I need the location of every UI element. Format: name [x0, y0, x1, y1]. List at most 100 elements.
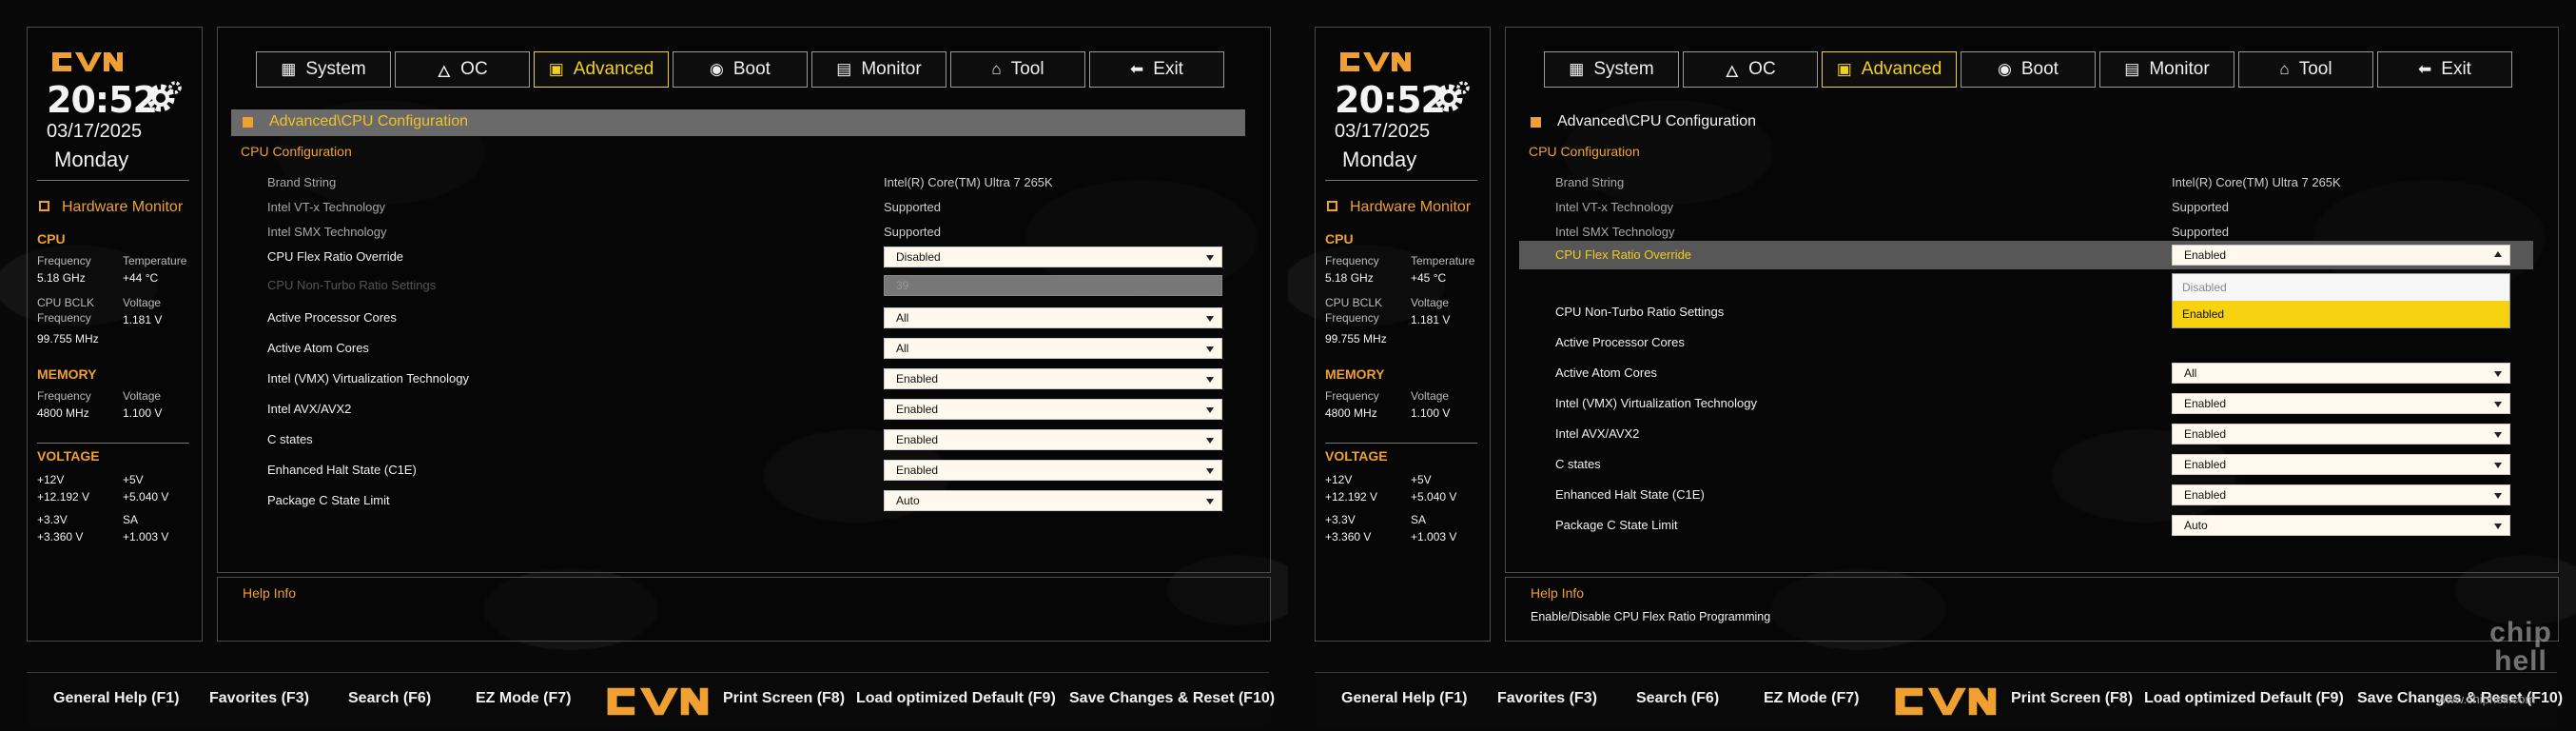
setting-row-avx[interactable]: Intel AVX/AVX2 Enabled: [218, 395, 1270, 424]
tab-boot[interactable]: ◉ Boot: [1961, 51, 2096, 88]
flex-ratio-select[interactable]: Enabled: [2172, 245, 2510, 266]
tab-tool[interactable]: ⌂ Tool: [2238, 51, 2373, 88]
hardware-monitor-title: Hardware Monitor: [62, 199, 184, 215]
tab-monitor[interactable]: ▤ Monitor: [2099, 51, 2234, 88]
c1e-select[interactable]: Enabled: [2172, 484, 2510, 505]
date: 03/17/2025: [1335, 121, 1431, 142]
cpu-freq-value: 5.18 GHz: [1325, 271, 1374, 285]
hardware-monitor-icon: [1327, 201, 1337, 211]
atom-cores-select[interactable]: All: [2172, 363, 2510, 384]
package-c-state-select[interactable]: Auto: [2172, 515, 2510, 536]
divider: [37, 443, 189, 444]
ez-mode-button[interactable]: EZ Mode (F7): [1764, 690, 1859, 707]
v33-label: +3.3V: [1325, 513, 1356, 526]
tab-oc[interactable]: 🜂 OC: [395, 51, 530, 88]
toolbox-icon: ⌂: [2279, 60, 2290, 78]
setting-row-vmx[interactable]: Intel (VMX) Virtualization Technology En…: [218, 365, 1270, 393]
load-default-button[interactable]: Load optimized Default (F9): [2144, 690, 2344, 707]
settings-gear-icon[interactable]: [142, 77, 184, 119]
tab-advanced[interactable]: ▣ Advanced: [1822, 51, 1957, 88]
vmx-select[interactable]: Enabled: [884, 368, 1222, 389]
ez-mode-button[interactable]: EZ Mode (F7): [476, 690, 571, 707]
search-button[interactable]: Search (F6): [1636, 690, 1719, 707]
mem-volt-value: 1.100 V: [123, 406, 163, 420]
v33-value: +3.360 V: [37, 530, 84, 543]
main-panel: ▦ System 🜂 OC ▣ Advanced ◉ Boot ▤ Monitor ⌂ To…: [1505, 27, 2559, 573]
avx-select[interactable]: Enabled: [884, 399, 1222, 420]
print-screen-button[interactable]: Print Screen (F8): [723, 690, 845, 707]
settings-gear-icon[interactable]: [1430, 77, 1472, 119]
divider: [1325, 180, 1477, 181]
tab-system[interactable]: ▦ System: [256, 51, 391, 88]
setting-row-flex-ratio[interactable]: CPU Flex Ratio Override Disabled: [218, 243, 1270, 271]
general-help-button[interactable]: General Help (F1): [53, 690, 179, 707]
v5-value: +5.040 V: [123, 490, 169, 504]
tab-exit[interactable]: ⬅ Exit: [2377, 51, 2512, 88]
v33-value: +3.360 V: [1325, 530, 1372, 543]
setting-row-c-states[interactable]: C states Enabled: [1506, 450, 2558, 479]
tab-monitor[interactable]: ▤ Monitor: [811, 51, 946, 88]
load-default-button[interactable]: Load optimized Default (F9): [856, 690, 1056, 707]
favorites-button[interactable]: Favorites (F3): [209, 690, 309, 707]
sa-label: SA: [123, 513, 139, 526]
c-states-select[interactable]: Enabled: [884, 429, 1222, 450]
dropdown-option-disabled[interactable]: Disabled: [2173, 274, 2509, 301]
brand-logo: [1895, 687, 1997, 716]
mem-volt-value: 1.100 V: [1411, 406, 1451, 420]
hardware-monitor-title: Hardware Monitor: [1350, 199, 1472, 215]
monitor-icon: ▤: [2124, 60, 2140, 78]
memory-section-title: MEMORY: [1325, 366, 1385, 382]
package-c-state-select[interactable]: Auto: [884, 490, 1222, 511]
setting-row-processor-cores[interactable]: Active Processor Cores All: [218, 304, 1270, 332]
setting-row-package-c-state[interactable]: Package C State Limit Auto: [218, 486, 1270, 515]
setting-row-processor-cores[interactable]: Active Processor Cores: [1506, 328, 2558, 357]
setting-row-c1e[interactable]: Enhanced Halt State (C1E) Enabled: [218, 456, 1270, 484]
dropdown-option-enabled[interactable]: Enabled: [2173, 301, 2509, 327]
avx-select[interactable]: Enabled: [2172, 424, 2510, 445]
dropdown-arrow-icon: [2494, 493, 2502, 499]
vmx-select[interactable]: Enabled: [2172, 393, 2510, 414]
c-states-select[interactable]: Enabled: [2172, 454, 2510, 475]
watermark-logo: chip hell: [2489, 617, 2552, 677]
folder-icon: [243, 117, 253, 128]
processor-cores-select[interactable]: All: [884, 307, 1222, 328]
cpu-temp-value: +44 °C: [123, 271, 159, 285]
search-button[interactable]: Search (F6): [348, 690, 431, 707]
folder-icon: [1531, 117, 1541, 128]
v5-label: +5V: [1411, 473, 1432, 486]
dropdown-arrow-icon: [1206, 346, 1214, 352]
general-help-button[interactable]: General Help (F1): [1341, 690, 1467, 707]
clock: 20:52: [47, 79, 158, 121]
brand-logo: [52, 52, 123, 71]
tab-exit[interactable]: ⬅ Exit: [1089, 51, 1224, 88]
tab-oc[interactable]: 🜂 OC: [1683, 51, 1818, 88]
cpu-freq-value: 5.18 GHz: [37, 271, 86, 285]
setting-row-package-c-state[interactable]: Package C State Limit Auto: [1506, 511, 2558, 540]
setting-row-vmx[interactable]: Intel (VMX) Virtualization Technology En…: [1506, 389, 2558, 418]
setting-row-c1e[interactable]: Enhanced Halt State (C1E) Enabled: [1506, 481, 2558, 509]
favorites-button[interactable]: Favorites (F3): [1497, 690, 1597, 707]
cpu-bclk-value: 99.755 MHz: [1325, 332, 1387, 346]
tab-advanced[interactable]: ▣ Advanced: [534, 51, 669, 88]
disk-icon: ◉: [710, 60, 724, 78]
print-screen-button[interactable]: Print Screen (F8): [2011, 690, 2133, 707]
cpu-bclk-label-2: Frequency: [37, 311, 91, 325]
setting-row-atom-cores[interactable]: Active Atom Cores All: [1506, 359, 2558, 387]
watermark-url: www.chiphell.com: [2437, 692, 2536, 706]
memory-section-title: MEMORY: [37, 366, 97, 382]
flex-ratio-select[interactable]: Disabled: [884, 247, 1222, 267]
setting-row-c-states[interactable]: C states Enabled: [218, 425, 1270, 454]
date: 03/17/2025: [47, 121, 143, 142]
tab-system[interactable]: ▦ System: [1544, 51, 1679, 88]
tab-tool[interactable]: ⌂ Tool: [950, 51, 1085, 88]
mem-freq-label: Frequency: [37, 389, 91, 403]
atom-cores-select[interactable]: All: [884, 338, 1222, 359]
setting-row-flex-ratio[interactable]: CPU Flex Ratio Override Enabled: [1519, 241, 2533, 269]
category-title: CPU Configuration: [1529, 144, 1640, 159]
setting-row-atom-cores[interactable]: Active Atom Cores All: [218, 334, 1270, 363]
save-reset-button[interactable]: Save Changes & Reset (F10): [1069, 690, 1275, 707]
tab-boot[interactable]: ◉ Boot: [673, 51, 808, 88]
sa-value: +1.003 V: [1411, 530, 1457, 543]
c1e-select[interactable]: Enabled: [884, 460, 1222, 481]
setting-row-avx[interactable]: Intel AVX/AVX2 Enabled: [1506, 420, 2558, 448]
